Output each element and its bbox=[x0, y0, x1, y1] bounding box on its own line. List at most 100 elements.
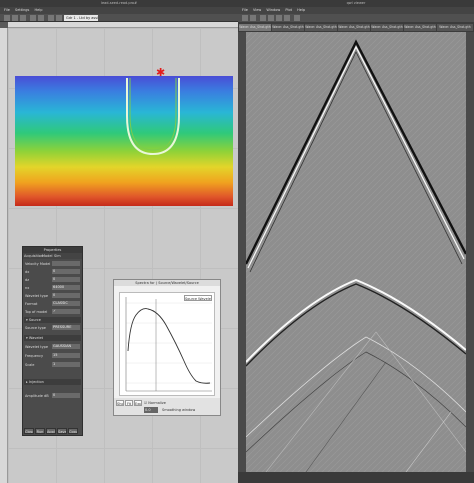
redo-icon[interactable] bbox=[38, 15, 44, 21]
save-button[interactable]: Save bbox=[57, 428, 67, 434]
property-field[interactable]: 64000 bbox=[52, 285, 80, 290]
tab-wave-4[interactable]: Wave: Ass_Shot.gth bbox=[338, 24, 370, 31]
property-label: nx bbox=[25, 286, 30, 290]
settings-icon[interactable] bbox=[294, 15, 300, 21]
property-field[interactable] bbox=[52, 261, 80, 266]
export-button[interactable]: Export bbox=[134, 400, 142, 406]
property-field[interactable]: 0 bbox=[52, 293, 80, 298]
fit-icon[interactable] bbox=[56, 15, 62, 21]
source-marker-icon[interactable]: ✱ bbox=[156, 67, 165, 78]
checkbox-label: Normalize bbox=[148, 401, 166, 405]
menu-settings[interactable]: Settings bbox=[15, 8, 29, 12]
copy-button[interactable]: Copy bbox=[68, 428, 78, 434]
property-label: Wavelet type bbox=[25, 294, 49, 298]
menu-view[interactable]: View bbox=[253, 8, 261, 12]
section-label: Injection bbox=[28, 380, 44, 384]
smoothing-label: Smoothing window bbox=[162, 408, 196, 412]
property-label: Wavelet type bbox=[25, 345, 49, 349]
property-row: nx 64000 bbox=[25, 285, 80, 291]
property-row: Source type PRESSURE bbox=[25, 325, 80, 331]
tab-bar: Wave: Ass_Shot.gth Wave: Ass_Shot.gth Wa… bbox=[238, 22, 474, 32]
property-field[interactable]: 0 bbox=[52, 277, 80, 282]
property-label: Source type bbox=[25, 326, 46, 330]
property-label: dz bbox=[25, 278, 30, 282]
section-source[interactable]: ▾ Source bbox=[24, 317, 81, 323]
undo-icon[interactable] bbox=[30, 15, 36, 21]
editor-window: lead-seed-read.pro# File Settings Help G… bbox=[0, 0, 238, 483]
tab-acquisition[interactable]: Acquisition bbox=[24, 253, 43, 259]
property-label: Amplitude dB bbox=[25, 394, 49, 398]
ruler-vertical-right bbox=[466, 32, 474, 483]
property-field[interactable]: CLASSIC bbox=[52, 301, 80, 306]
property-label: Scale bbox=[25, 363, 35, 367]
new-icon[interactable] bbox=[4, 15, 10, 21]
property-field[interactable]: 15 bbox=[52, 353, 80, 358]
plot-area[interactable] bbox=[119, 292, 215, 396]
normalize-checkbox[interactable]: ☑ Normalize bbox=[144, 400, 166, 406]
tab-wave-1[interactable]: Wave: Ass_Shot.gth bbox=[239, 24, 271, 31]
fit-button[interactable]: Fit bbox=[125, 400, 133, 406]
property-field[interactable]: 0 bbox=[52, 393, 80, 398]
menu-file[interactable]: File bbox=[4, 8, 10, 12]
toolbar bbox=[238, 14, 474, 22]
show-button[interactable]: Show bbox=[116, 400, 124, 406]
window-title: lead-seed-read.pro# bbox=[0, 0, 238, 7]
close-button[interactable]: Close bbox=[24, 428, 34, 434]
section-label: Wavelet bbox=[28, 336, 43, 340]
menu-window[interactable]: Window bbox=[266, 8, 280, 12]
pick-icon[interactable] bbox=[284, 15, 290, 21]
zoom-in-icon[interactable] bbox=[260, 15, 266, 21]
property-row: Top of model ✓ bbox=[25, 309, 80, 315]
tab-wave-2[interactable]: Wave: Ass_Shot.gth bbox=[272, 24, 304, 31]
checkbox[interactable]: ✓ bbox=[52, 309, 80, 314]
property-dropdown[interactable]: PRESSURE bbox=[52, 325, 80, 330]
zoom-icon[interactable] bbox=[48, 15, 54, 21]
pan-icon[interactable] bbox=[276, 15, 282, 21]
save-icon[interactable] bbox=[20, 15, 26, 21]
seismic-gather-view[interactable] bbox=[246, 32, 466, 472]
property-field[interactable]: 1 bbox=[52, 362, 80, 367]
property-row: Frequency 15 bbox=[25, 353, 80, 359]
property-row: Amplitude dB 0 bbox=[25, 393, 80, 399]
open-icon[interactable] bbox=[242, 15, 248, 21]
menu-plot[interactable]: Plot bbox=[285, 8, 292, 12]
status-bar bbox=[238, 472, 474, 483]
property-label: Frequency bbox=[25, 354, 44, 358]
tab-wave-7[interactable]: Wave: Ass_Shot.gth bbox=[437, 24, 473, 31]
tab-wave-3[interactable]: Wave: Ass_Shot.gth bbox=[305, 24, 337, 31]
property-row: Velocity Model bbox=[25, 261, 80, 267]
apply-button[interactable]: Apply bbox=[46, 428, 56, 434]
salt-body-outline bbox=[126, 78, 180, 156]
open-icon[interactable] bbox=[12, 15, 18, 21]
properties-panel: Properties Acquisition Model Sim Velocit… bbox=[22, 246, 83, 436]
property-field[interactable]: 0 bbox=[52, 269, 80, 274]
spectrum-dialog: Spectra for ( Source/Wavelet/Source Sour… bbox=[113, 279, 221, 416]
tab-wave-5[interactable]: Wave: Ass_Shot.gth bbox=[371, 24, 403, 31]
property-row: Scale 1 bbox=[25, 362, 80, 368]
property-row: dx 0 bbox=[25, 269, 80, 275]
tab-model[interactable]: Model bbox=[42, 253, 53, 259]
spectrum-plot bbox=[125, 297, 212, 392]
property-label: dx bbox=[25, 270, 30, 274]
plot-legend: Source Wavelet bbox=[184, 295, 212, 301]
tab-sim[interactable]: Sim bbox=[54, 253, 61, 259]
menu-help[interactable]: Help bbox=[34, 8, 42, 12]
tab-wave-6[interactable]: Wave: Ass_Shot.gth bbox=[404, 24, 436, 31]
dialog-title: Spectra for ( Source/Wavelet/Source bbox=[114, 280, 220, 286]
save-icon[interactable] bbox=[250, 15, 256, 21]
section-injection[interactable]: ▸ Injection bbox=[24, 379, 81, 385]
velocity-model-image[interactable] bbox=[15, 76, 233, 206]
smoothing-input[interactable]: 0.0 bbox=[144, 407, 158, 413]
section-label: Source bbox=[28, 318, 41, 322]
ruler-vertical bbox=[0, 28, 8, 483]
property-row: dz 0 bbox=[25, 277, 80, 283]
menu-help[interactable]: Help bbox=[297, 8, 305, 12]
zoom-field[interactable]: Gdr 1 - Ltd by assignment bbox=[64, 15, 98, 21]
menu-file[interactable]: File bbox=[242, 8, 248, 12]
ruler-vertical-left bbox=[238, 32, 246, 483]
section-wavelet[interactable]: ▾ Wavelet bbox=[24, 335, 81, 341]
property-dropdown[interactable]: GAUSSIAN bbox=[52, 344, 80, 349]
toolbar bbox=[0, 14, 238, 22]
run-button[interactable]: Run bbox=[35, 428, 45, 434]
zoom-out-icon[interactable] bbox=[268, 15, 274, 21]
